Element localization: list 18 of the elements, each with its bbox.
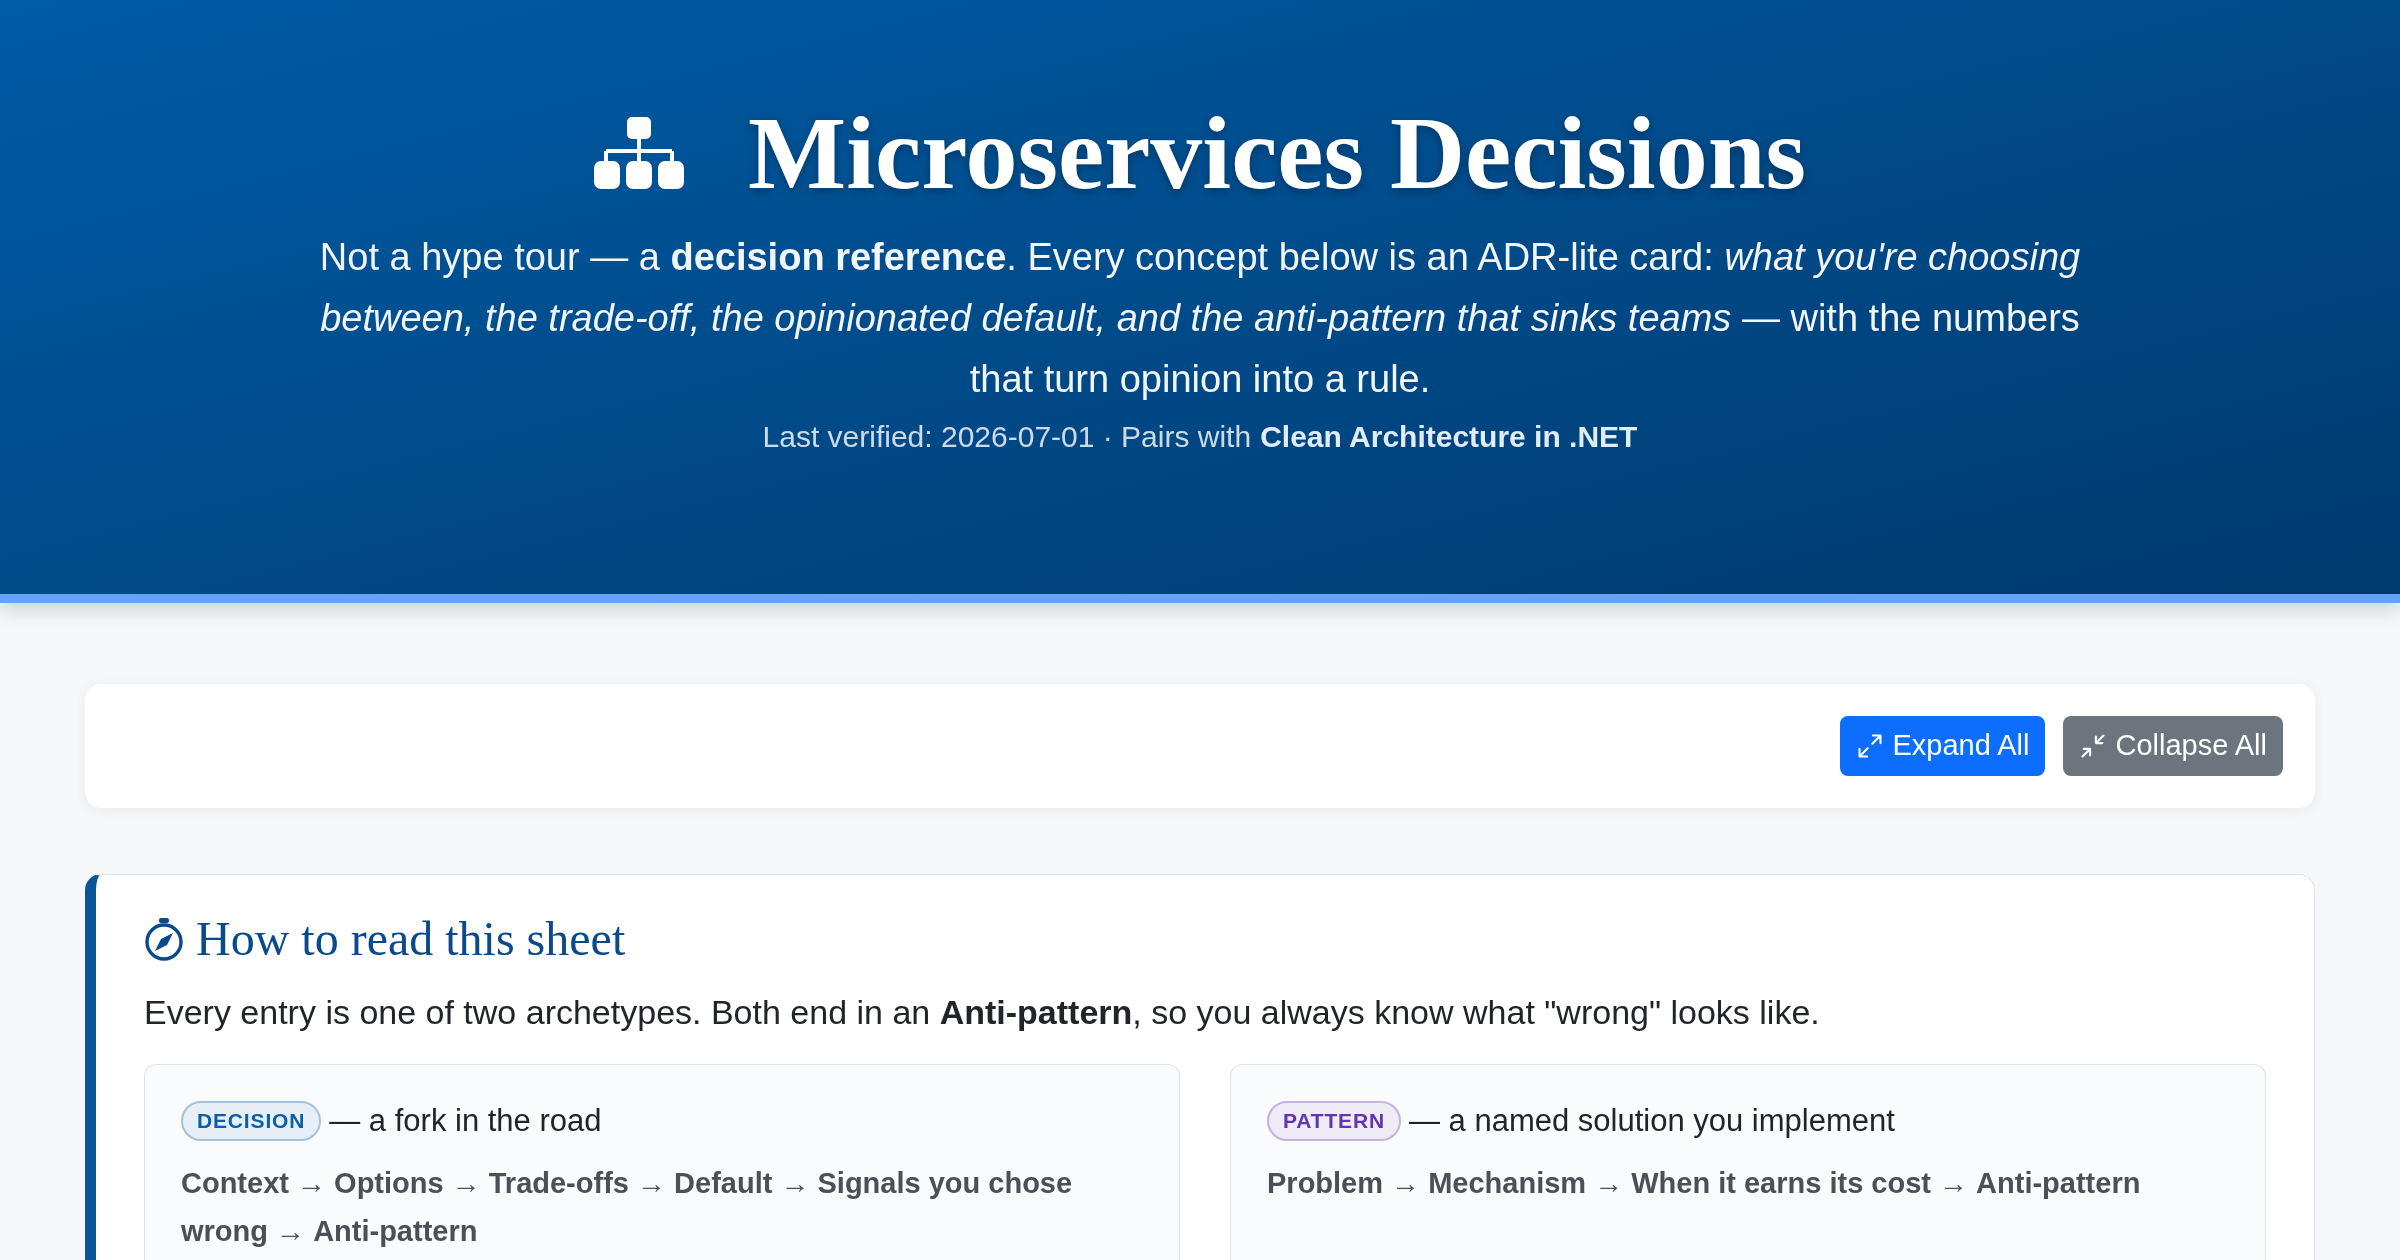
archetype-tag: DECISION [181,1101,322,1141]
archetype-flow: Problem → Mechanism → When it earns its cost → Anti-pattern [1267,1166,2142,1201]
section-heading: How to read this sheet [196,911,626,967]
subtitle: Not a hype tour — a decision reference. Every concept below is an ADR-lite card: what you're choosing between, the trade-off, the opinionated default, and the anti-pattern that sinks teams — with the numbers that turn opinion into a rule. [318,235,2082,402]
archetype-tag: PATTERN [1267,1101,1401,1141]
pairs-with-link[interactable]: Clean Architecture in .NET [1260,420,1638,453]
meta-line: Last verified: 2026-07-01 · Pairs with Clean Architecture in .NET [762,419,1638,455]
archetype-flow: Context → Options → Trade-offs → Default → Signals you chose wrong → Anti-pattern [181,1166,1074,1249]
expand-all-button[interactable]: Expand All [1840,716,2046,776]
archetype-description: — a fork in the road [329,1102,602,1140]
intro-text: Every entry is one of two archetypes. Both end in an Anti-pattern, so you always know what "wrong" looks like. [144,992,1821,1033]
page-title: Microservices Decisions [748,103,1806,203]
collapse-all-button[interactable]: Collapse All [2063,716,2283,776]
archetype-description: — a named solution you implement [1408,1102,1895,1140]
collapse-arrows-icon [2079,732,2108,760]
sitemap-icon [594,117,684,189]
compass-icon [144,917,184,961]
expand-arrows-icon [1856,732,1885,760]
